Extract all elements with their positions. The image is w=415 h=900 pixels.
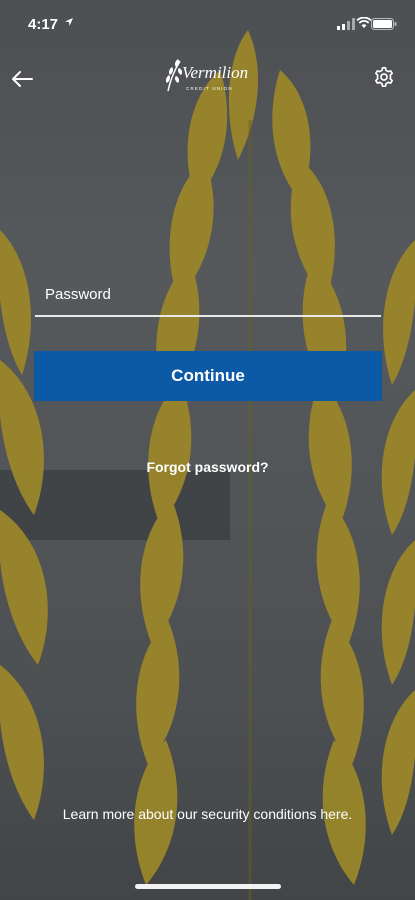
login-screen: 4:17 Vermilion CREDIT UNION Password Con…: [0, 0, 415, 900]
battery-icon: [371, 18, 397, 30]
back-button[interactable]: [6, 63, 38, 95]
forgot-password-link[interactable]: Forgot password?: [0, 459, 415, 475]
security-conditions-link[interactable]: Learn more about our security conditions…: [0, 806, 415, 822]
gear-icon: [375, 67, 393, 87]
back-arrow-icon: [12, 71, 33, 87]
home-indicator[interactable]: [135, 884, 281, 889]
wifi-icon: [356, 17, 372, 28]
logo-subtext: CREDIT UNION: [186, 86, 233, 91]
dim-overlay: [0, 0, 415, 900]
cellular-signal-icon: [337, 18, 355, 30]
location-arrow-icon: [65, 18, 73, 26]
status-bar: 4:17: [0, 0, 415, 50]
nav-bar: Vermilion CREDIT UNION: [0, 55, 415, 105]
brand-logo: Vermilion CREDIT UNION: [160, 57, 260, 97]
settings-button[interactable]: [367, 60, 401, 94]
password-field[interactable]: [35, 282, 381, 314]
logo-wordmark: Vermilion: [182, 63, 249, 82]
continue-button[interactable]: Continue: [34, 351, 382, 401]
wheat-logo-icon: [165, 59, 183, 92]
password-underline: [35, 315, 381, 317]
status-time: 4:17: [28, 16, 59, 33]
